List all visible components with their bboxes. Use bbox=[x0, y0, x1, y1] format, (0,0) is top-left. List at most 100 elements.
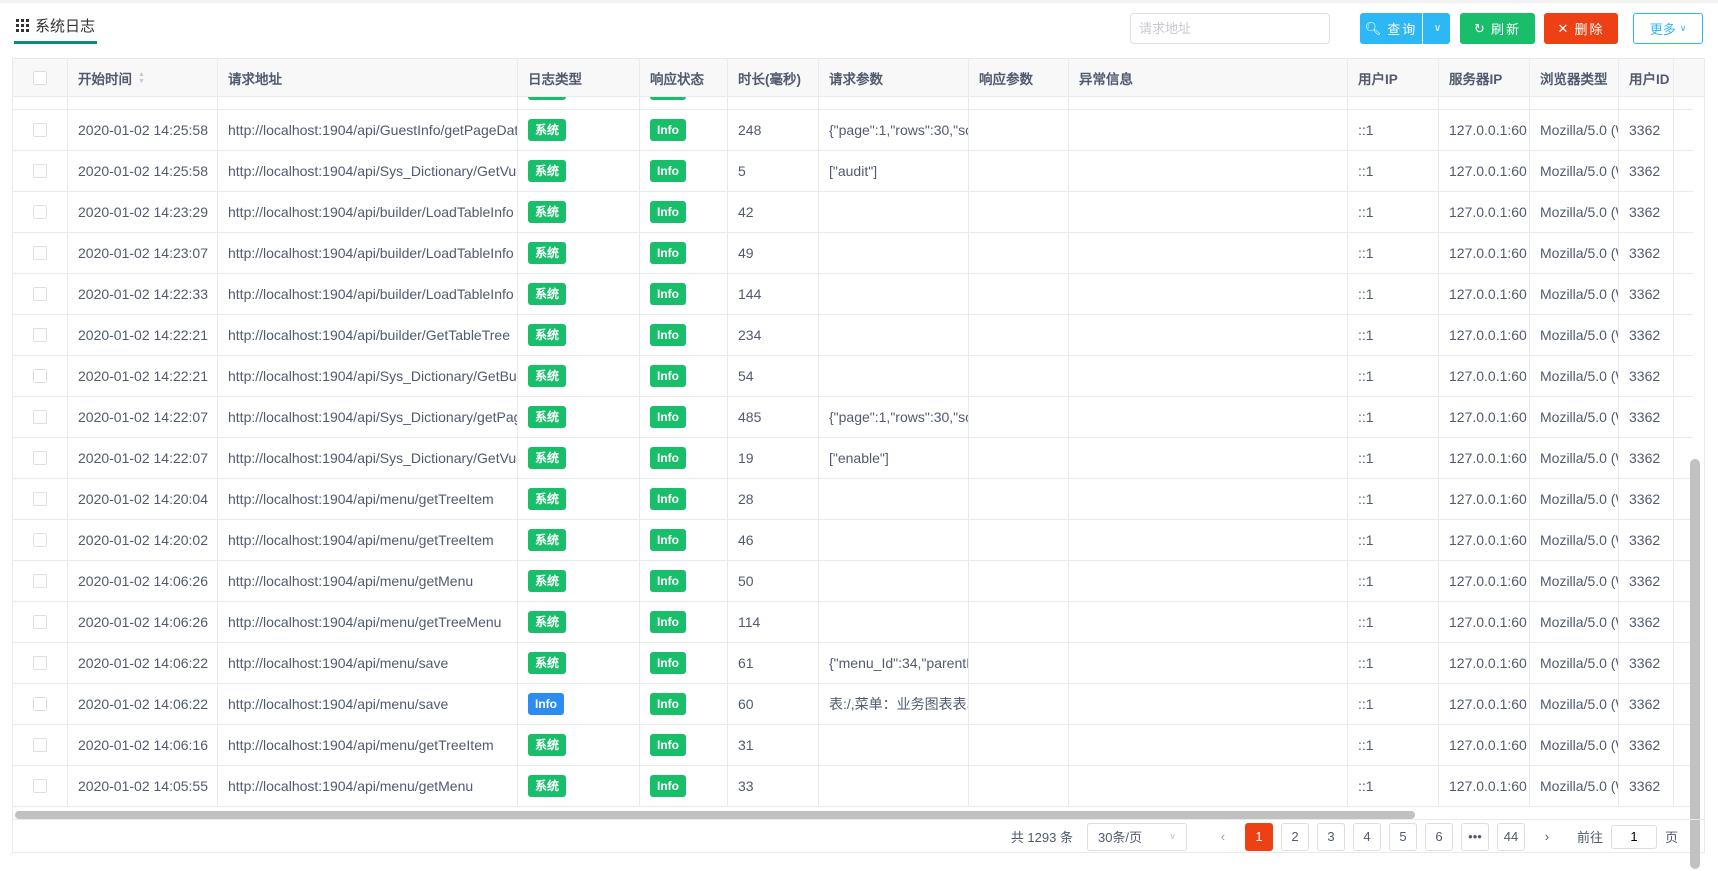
row-checkbox[interactable] bbox=[33, 615, 47, 629]
table-row[interactable]: 2020-01-02 14:25:58 http://localhost:1904… bbox=[13, 110, 1693, 151]
horizontal-scrollbar[interactable] bbox=[15, 811, 1415, 819]
cell-type: 系统 bbox=[518, 520, 640, 560]
table-row[interactable]: 2020-01-02 14:06:22 http://localhost:1904… bbox=[13, 684, 1693, 725]
sip-text: 127.0.0.1:60 bbox=[1449, 368, 1527, 384]
row-checkbox[interactable] bbox=[33, 205, 47, 219]
page-suffix: 页 bbox=[1664, 830, 1678, 845]
table-row[interactable]: 2020-01-02 14:22:33 http://localhost:1904… bbox=[13, 274, 1693, 315]
select-all-checkbox[interactable] bbox=[33, 70, 47, 85]
query-button[interactable]: 🔍︎ 查询 ∨ bbox=[1360, 13, 1450, 44]
table-row[interactable]: 2020-01-02 14:22:07 http://localhost:1904… bbox=[13, 438, 1693, 479]
log-type-tag: 系统 bbox=[528, 734, 567, 756]
table-row[interactable]: 2020-01-02 14:20:04 http://localhost:1904… bbox=[13, 479, 1693, 520]
cell-req: ["audit"] bbox=[819, 151, 969, 191]
page-button[interactable]: 1 bbox=[1244, 822, 1273, 851]
browser-text: Mozilla/5.0 (W bbox=[1540, 286, 1618, 302]
cell-browser: Mozilla/5.0 (W bbox=[1530, 479, 1619, 519]
row-checkbox[interactable] bbox=[33, 123, 47, 137]
cell-dur: 31 bbox=[728, 725, 819, 765]
row-checkbox-cell bbox=[13, 192, 68, 232]
cell-time: 2020-01-02 14:22:21 bbox=[68, 315, 218, 355]
table-row[interactable]: 2020-01-02 14:06:26 http://localhost:1904… bbox=[13, 602, 1693, 643]
cell-sip: 127.0.0.1:60 bbox=[1439, 274, 1530, 314]
row-checkbox[interactable] bbox=[33, 697, 47, 711]
cell-time: 2020-01-02 14:20:02 bbox=[68, 520, 218, 560]
cell-url: http://localhost:1904/api/menu/save bbox=[218, 643, 518, 683]
page-button[interactable]: 3 bbox=[1316, 822, 1345, 851]
vertical-scrollbar[interactable] bbox=[1690, 459, 1700, 869]
table-row[interactable]: 2020-01-02 14:05:55 http://localhost:1904… bbox=[13, 766, 1693, 807]
table-row[interactable]: 2020-01-02 14:06:22 http://localhost:1904… bbox=[13, 643, 1693, 684]
page-button[interactable]: 2 bbox=[1280, 822, 1309, 851]
page-button[interactable]: 4 bbox=[1352, 822, 1381, 851]
next-page-button[interactable]: › bbox=[1533, 829, 1561, 844]
page-title: 系统日志 bbox=[35, 18, 96, 35]
column-header-label: 时长(毫秒) bbox=[738, 71, 801, 87]
uip-text: ::1 bbox=[1358, 163, 1374, 179]
cell-type: Info bbox=[518, 684, 640, 724]
cell-time: 2020-01-02 14:22:07 bbox=[68, 397, 218, 437]
page-size-select[interactable]: 30条/页 ∨ bbox=[1086, 822, 1187, 851]
refresh-button[interactable]: ↻ 刷新 bbox=[1460, 13, 1535, 44]
uip-text: ::1 bbox=[1358, 122, 1374, 138]
table-row[interactable]: 2020-01-02 14:25:58 http://localhost:1904… bbox=[13, 151, 1693, 192]
cell-status: Info bbox=[640, 766, 728, 806]
row-checkbox[interactable] bbox=[33, 656, 47, 670]
row-checkbox[interactable] bbox=[33, 574, 47, 588]
url-search-input[interactable] bbox=[1130, 13, 1330, 44]
goto-page-input[interactable] bbox=[1610, 824, 1657, 849]
cell-resp bbox=[969, 274, 1069, 314]
row-checkbox[interactable] bbox=[33, 328, 47, 342]
cell-uip: ::1 bbox=[1348, 438, 1439, 478]
tab-system-log[interactable]: 系统日志 bbox=[14, 16, 98, 44]
delete-button[interactable]: ✕ 删除 bbox=[1544, 13, 1618, 44]
row-checkbox[interactable] bbox=[33, 779, 47, 793]
page-button[interactable]: 6 bbox=[1424, 822, 1453, 851]
table-row[interactable]: 2020-01-02 14:22:21 http://localhost:1904… bbox=[13, 315, 1693, 356]
row-checkbox[interactable] bbox=[33, 164, 47, 178]
cell-uip: ::1 bbox=[1348, 315, 1439, 355]
page-button[interactable]: 5 bbox=[1388, 822, 1417, 851]
table-row[interactable]: 2020-01-02 14:23:29 http://localhost:1904… bbox=[13, 192, 1693, 233]
cell-type: 系统 bbox=[518, 110, 640, 150]
row-checkbox[interactable] bbox=[33, 492, 47, 506]
row-checkbox[interactable] bbox=[33, 410, 47, 424]
column-header[interactable]: 开始时间 ▲ ▼ bbox=[68, 59, 218, 96]
row-checkbox[interactable] bbox=[33, 451, 47, 465]
more-button[interactable]: 更多 ∨ bbox=[1633, 13, 1703, 44]
cell-sip: 127.0.0.1:60 bbox=[1439, 192, 1530, 232]
uip-text: ::1 bbox=[1358, 286, 1374, 302]
time-text: 2020-01-02 14:06:22 bbox=[78, 696, 208, 712]
cell-req bbox=[819, 520, 969, 560]
page-button[interactable]: 44 bbox=[1496, 822, 1525, 851]
prev-page-button[interactable]: ‹ bbox=[1209, 829, 1237, 844]
table-row[interactable]: 2020-01-02 14:06:16 http://localhost:1904… bbox=[13, 725, 1693, 766]
dur-text: 61 bbox=[738, 655, 754, 671]
cell-err bbox=[1069, 520, 1348, 560]
table-row[interactable]: 2020-01-02 14:22:07 http://localhost:1904… bbox=[13, 397, 1693, 438]
chevron-down-icon[interactable]: ∨ bbox=[1427, 23, 1450, 34]
cell-uip: ::1 bbox=[1348, 766, 1439, 806]
table-row[interactable]: 2020-01-02 14:22:21 http://localhost:1904… bbox=[13, 356, 1693, 397]
table-row[interactable]: 系统 Info bbox=[13, 97, 1693, 110]
row-checkbox[interactable] bbox=[33, 246, 47, 260]
log-type-tag: Info bbox=[528, 693, 564, 715]
page-button[interactable]: ••• bbox=[1460, 822, 1489, 851]
cell-browser: Mozilla/5.0 (W bbox=[1530, 684, 1619, 724]
row-checkbox[interactable] bbox=[33, 287, 47, 301]
table-row[interactable]: 2020-01-02 14:23:07 http://localhost:1904… bbox=[13, 233, 1693, 274]
table-row[interactable]: 2020-01-02 14:06:26 http://localhost:1904… bbox=[13, 561, 1693, 602]
cell-req bbox=[819, 725, 969, 765]
select-all-checkbox-cell[interactable] bbox=[13, 59, 68, 96]
sort-icon[interactable]: ▲ ▼ bbox=[138, 71, 145, 85]
row-checkbox[interactable] bbox=[33, 738, 47, 752]
cell-type: 系统 bbox=[518, 151, 640, 191]
row-checkbox[interactable] bbox=[33, 369, 47, 383]
cell-time: 2020-01-02 14:23:07 bbox=[68, 233, 218, 273]
url-text: http://localhost:1904/api/menu/save bbox=[228, 655, 449, 671]
row-checkbox-cell bbox=[13, 684, 68, 724]
cell-uid: 3362 bbox=[1619, 479, 1674, 519]
row-checkbox[interactable] bbox=[33, 533, 47, 547]
cell-dur: 33 bbox=[728, 766, 819, 806]
table-row[interactable]: 2020-01-02 14:20:02 http://localhost:1904… bbox=[13, 520, 1693, 561]
